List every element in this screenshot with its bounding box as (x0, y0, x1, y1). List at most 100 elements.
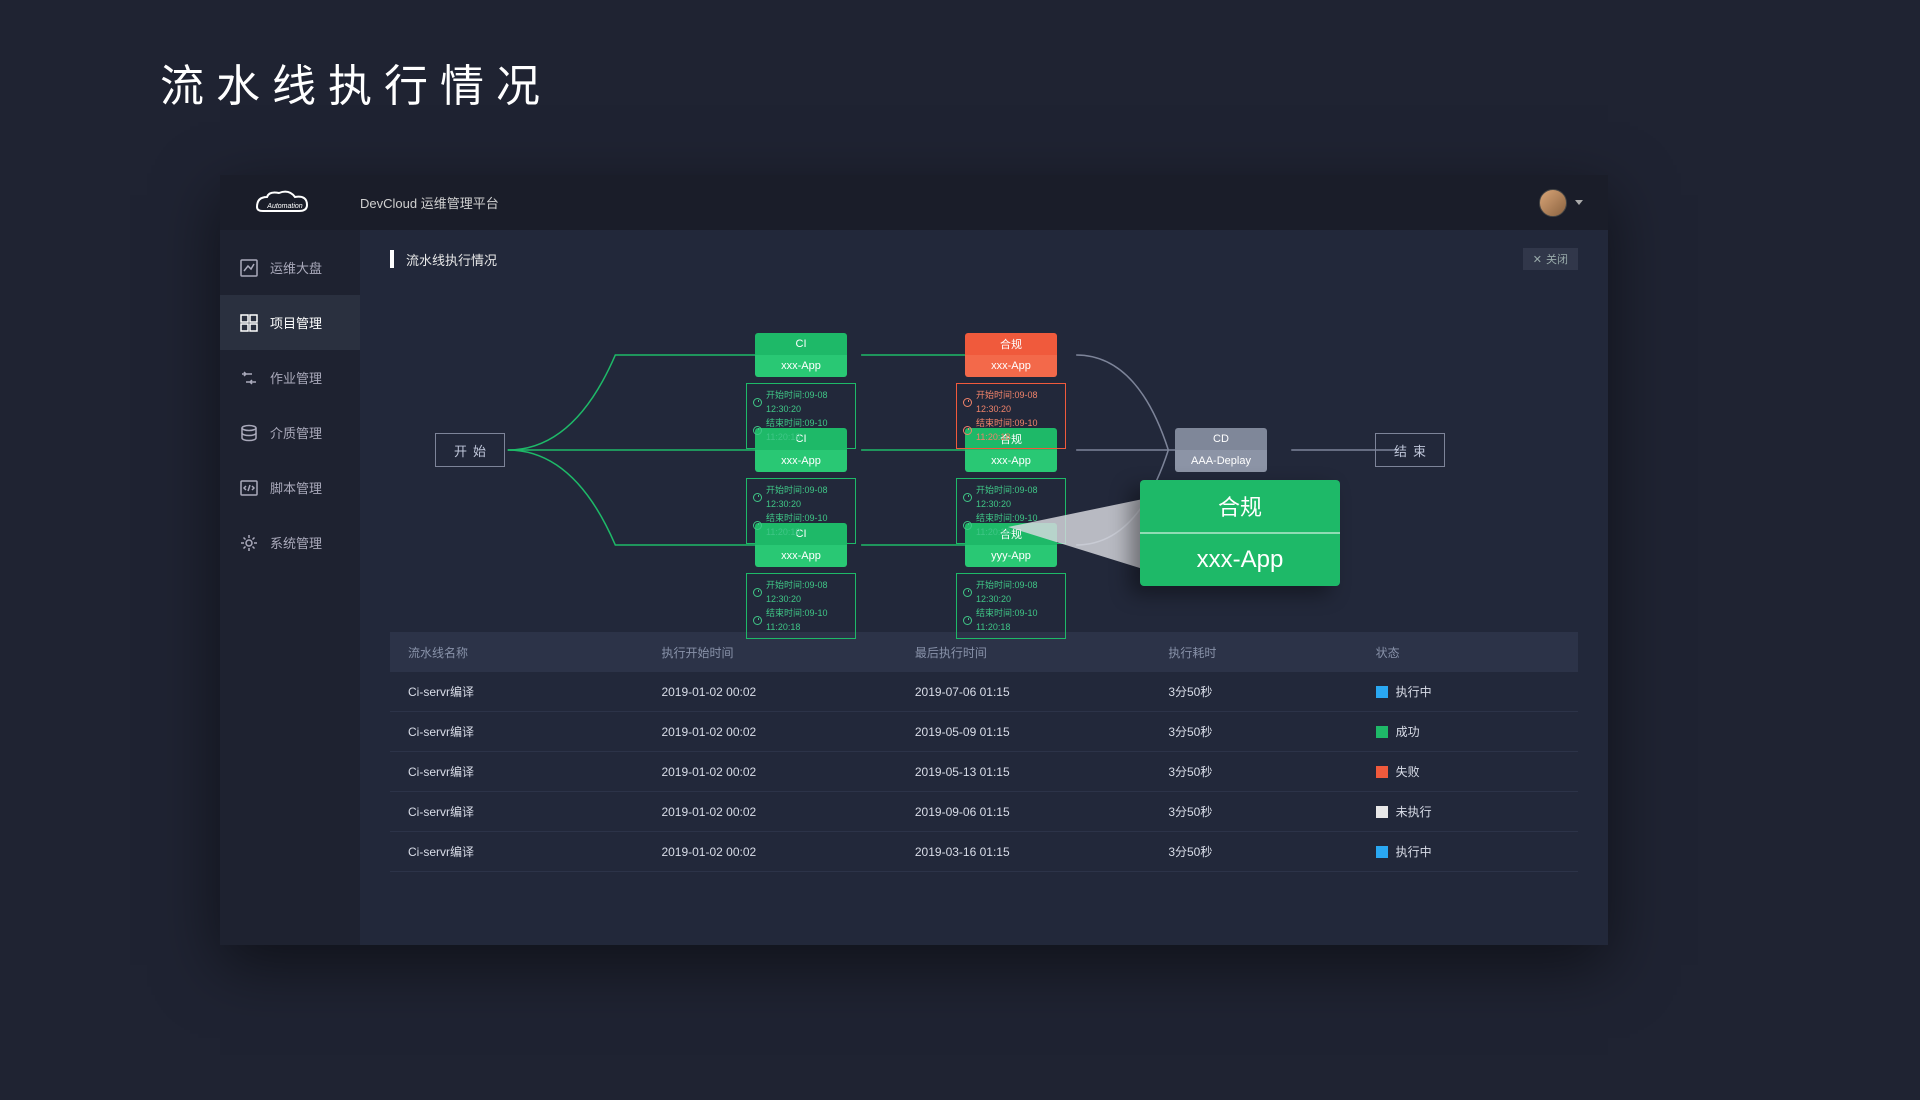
col-start: 执行开始时间 (661, 644, 914, 661)
header-title: DevCloud 运维管理平台 (360, 193, 499, 212)
col-dur: 执行耗时 (1168, 644, 1375, 661)
sidebar-item-label: 脚本管理 (270, 478, 322, 497)
node-top: 合规 (965, 333, 1057, 355)
cell-status: 成功 (1376, 723, 1560, 740)
cell-status: 执行中 (1376, 843, 1560, 860)
close-icon: ✕ (1533, 253, 1542, 266)
cell-status: 执行中 (1376, 683, 1560, 700)
col-last: 最后执行时间 (915, 644, 1168, 661)
cell-start: 2019-01-02 00:02 (661, 725, 914, 739)
cell-start: 2019-01-02 00:02 (661, 765, 914, 779)
cell-last: 2019-09-06 01:15 (915, 805, 1168, 819)
sidebar-item-label: 介质管理 (270, 423, 322, 442)
sidebar-item-projects[interactable]: 项目管理 (220, 295, 360, 350)
node-end[interactable]: 结束 (1375, 433, 1445, 467)
table-row[interactable]: Ci-servr编译2019-01-02 00:022019-03-16 01:… (390, 832, 1578, 872)
col-status: 状态 (1376, 644, 1560, 661)
status-badge (1376, 766, 1388, 778)
node-rule-1[interactable]: 合规 xxx-App (965, 333, 1057, 377)
clock-icon (963, 616, 972, 625)
cell-start: 2019-01-02 00:02 (661, 805, 914, 819)
cell-name: Ci-servr编译 (408, 763, 661, 780)
clock-icon (963, 398, 972, 407)
callout-top: 合规 (1140, 480, 1340, 534)
status-text: 成功 (1396, 723, 1420, 740)
callout-zoom: 合规 xxx-App (1140, 480, 1340, 586)
cell-dur: 3分50秒 (1168, 803, 1375, 820)
status-badge (1376, 686, 1388, 698)
cell-dur: 3分50秒 (1168, 723, 1375, 740)
node-bot: xxx-App (755, 450, 847, 472)
time-box: 开始时间:09-08 12:30:20 结束时间:09-10 11:20:18 (746, 573, 856, 639)
node-cd[interactable]: CD AAA-Deplay (1175, 428, 1267, 472)
clock-icon (963, 521, 972, 530)
user-menu[interactable] (1539, 189, 1583, 217)
node-bot: xxx-App (755, 355, 847, 377)
clock-icon (753, 521, 762, 530)
cell-last: 2019-03-16 01:15 (915, 845, 1168, 859)
chevron-down-icon (1575, 200, 1583, 205)
cell-dur: 3分50秒 (1168, 843, 1375, 860)
clock-icon (963, 588, 972, 597)
callout-pointer (1008, 499, 1143, 569)
cell-name: Ci-servr编译 (408, 803, 661, 820)
status-text: 未执行 (1396, 803, 1432, 820)
status-badge (1376, 806, 1388, 818)
table-row[interactable]: Ci-servr编译2019-01-02 00:022019-05-13 01:… (390, 752, 1578, 792)
database-icon (240, 424, 258, 442)
sidebar: 运维大盘 项目管理 作业管理 介质管理 (220, 230, 360, 945)
cell-last: 2019-05-09 01:15 (915, 725, 1168, 739)
sidebar-item-dashboard[interactable]: 运维大盘 (220, 240, 360, 295)
sidebar-item-label: 运维大盘 (270, 258, 322, 277)
cell-status: 未执行 (1376, 803, 1560, 820)
app-window: Automation DevCloud 运维管理平台 运维大盘 项目管理 (220, 175, 1608, 945)
logo: Automation (245, 185, 325, 220)
gear-icon (240, 534, 258, 552)
cell-name: Ci-servr编译 (408, 723, 661, 740)
sidebar-item-scripts[interactable]: 脚本管理 (220, 460, 360, 515)
clock-icon (753, 616, 762, 625)
status-text: 执行中 (1396, 843, 1432, 860)
clock-icon (963, 493, 972, 502)
node-start[interactable]: 开始 (435, 433, 505, 467)
cell-dur: 3分50秒 (1168, 683, 1375, 700)
time-box: 开始时间:09-08 12:30:20 结束时间:09-10 11:20:18 (956, 573, 1066, 639)
grid-icon (240, 314, 258, 332)
status-badge (1376, 726, 1388, 738)
node-bot: xxx-App (965, 355, 1057, 377)
node-bot: xxx-App (755, 545, 847, 567)
cell-name: Ci-servr编译 (408, 843, 661, 860)
close-button[interactable]: ✕ 关闭 (1523, 248, 1578, 270)
node-bot: xxx-App (965, 450, 1057, 472)
node-label: 开始 (454, 441, 492, 460)
page-title: 流水线执行情况 (0, 0, 1920, 154)
callout-bot: xxx-App (1140, 534, 1340, 586)
time-box: 开始时间:09-08 12:30:20 结束时间:09-10 11:20:18 (956, 383, 1066, 449)
table-row[interactable]: Ci-servr编译2019-01-02 00:022019-09-06 01:… (390, 792, 1578, 832)
node-top: CD (1175, 428, 1267, 450)
status-text: 执行中 (1396, 683, 1432, 700)
col-name: 流水线名称 (408, 644, 661, 661)
main-panel: 流水线执行情况 ✕ 关闭 (360, 230, 1608, 945)
sidebar-item-media[interactable]: 介质管理 (220, 405, 360, 460)
app-header: Automation DevCloud 运维管理平台 (220, 175, 1608, 230)
sidebar-item-system[interactable]: 系统管理 (220, 515, 360, 570)
sidebar-item-label: 作业管理 (270, 368, 322, 387)
clock-icon (753, 588, 762, 597)
clock-icon (753, 426, 762, 435)
clock-icon (963, 426, 972, 435)
cell-name: Ci-servr编译 (408, 683, 661, 700)
node-ci-1[interactable]: CI xxx-App (755, 333, 847, 377)
node-label: 结束 (1394, 441, 1432, 460)
table-row[interactable]: Ci-servr编译2019-01-02 00:022019-07-06 01:… (390, 672, 1578, 712)
panel-header: 流水线执行情况 ✕ 关闭 (390, 248, 1578, 270)
cell-last: 2019-07-06 01:15 (915, 685, 1168, 699)
time-box: 开始时间:09-08 12:30:20 结束时间:09-10 11:20:18 (746, 478, 856, 544)
table-row[interactable]: Ci-servr编译2019-01-02 00:022019-05-09 01:… (390, 712, 1578, 752)
sidebar-item-label: 项目管理 (270, 313, 322, 332)
cell-dur: 3分50秒 (1168, 763, 1375, 780)
panel-accent (390, 250, 394, 268)
sidebar-item-jobs[interactable]: 作业管理 (220, 350, 360, 405)
execution-table: 流水线名称 执行开始时间 最后执行时间 执行耗时 状态 Ci-servr编译20… (390, 632, 1578, 872)
status-badge (1376, 846, 1388, 858)
